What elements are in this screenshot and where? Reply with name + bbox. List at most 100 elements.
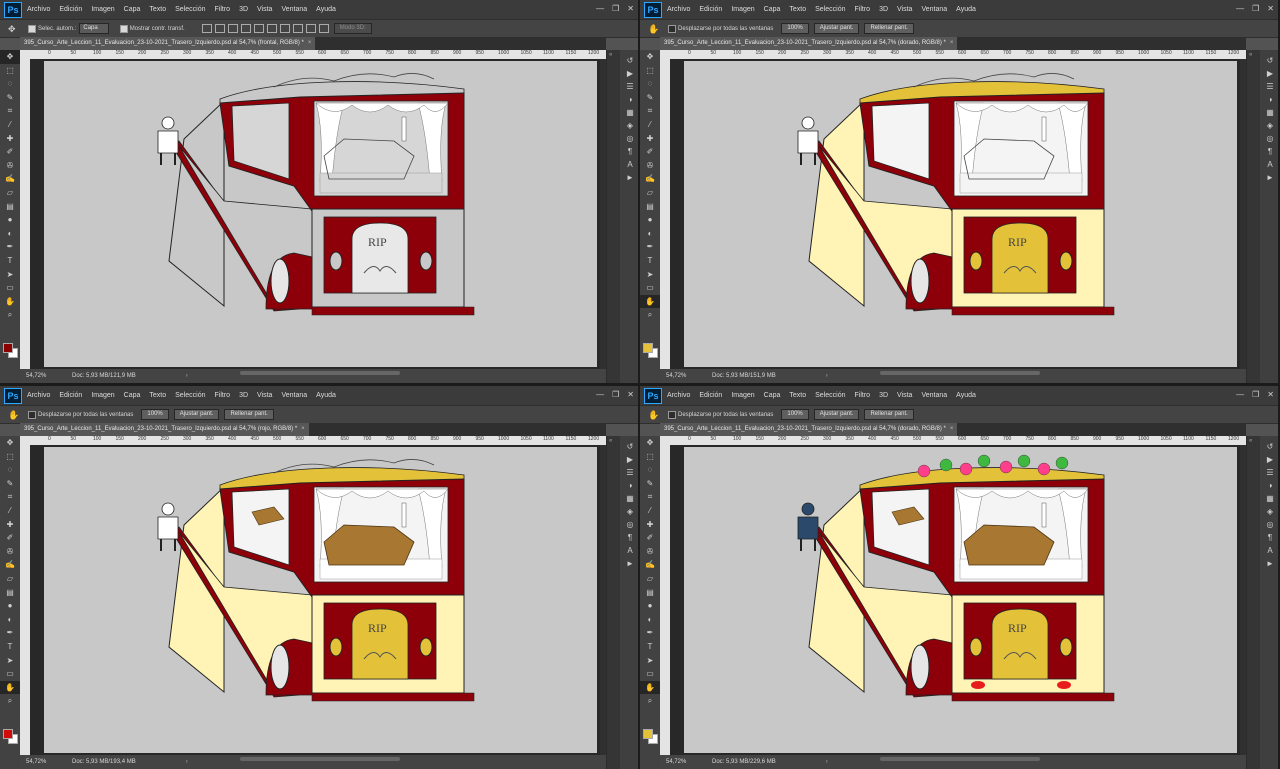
menu-texto[interactable]: Texto — [149, 392, 166, 399]
canvas-area[interactable]: RIP — [30, 59, 606, 369]
menu-selección[interactable]: Selección — [815, 392, 845, 399]
properties-icon[interactable]: ☰ — [621, 80, 638, 93]
blur-icon[interactable]: ● — [640, 213, 660, 227]
close-tab-icon[interactable]: × — [301, 426, 305, 432]
quick-select-icon[interactable]: ✎ — [0, 477, 20, 491]
channels-icon[interactable]: ◎ — [621, 518, 638, 531]
type-icon[interactable]: T — [640, 640, 660, 654]
menu-ayuda[interactable]: Ayuda — [956, 6, 976, 13]
lasso-icon[interactable]: ◌ — [0, 77, 20, 91]
gradient-icon[interactable]: ▤ — [0, 586, 20, 600]
zoom-level[interactable]: 54,72% — [26, 373, 66, 379]
menu-ayuda[interactable]: Ayuda — [316, 392, 336, 399]
actions-icon[interactable]: ▶ — [1261, 453, 1278, 466]
move-icon[interactable]: ✥ — [640, 50, 660, 64]
play-icon[interactable]: ► — [621, 171, 638, 184]
foreground-color-swatch[interactable] — [3, 729, 13, 739]
minimize-icon[interactable]: — — [596, 390, 604, 399]
brush-icon[interactable]: ✐ — [640, 531, 660, 545]
zoom-level[interactable]: 54,72% — [26, 759, 66, 765]
actions-icon[interactable]: ▶ — [621, 67, 638, 80]
character-icon[interactable]: A — [1261, 158, 1278, 171]
swatches-icon[interactable]: ▦ — [621, 492, 638, 505]
hand-icon[interactable]: ✋ — [640, 294, 660, 309]
restore-icon[interactable]: ❐ — [1252, 4, 1259, 13]
actions-icon[interactable]: ▶ — [1261, 67, 1278, 80]
menu-archivo[interactable]: Archivo — [27, 392, 50, 399]
type-icon[interactable]: T — [640, 254, 660, 268]
canvas-area[interactable]: RIP — [670, 59, 1246, 369]
crop-icon[interactable]: ⌗ — [640, 104, 660, 118]
menu-vista[interactable]: Vista — [897, 6, 912, 13]
close-tab-icon[interactable]: × — [308, 40, 312, 46]
fill-screen-button[interactable]: Rellenar pant. — [224, 409, 274, 420]
menu-edición[interactable]: Edición — [59, 6, 82, 13]
zoom-level[interactable]: 54,72% — [666, 759, 706, 765]
close-tab-icon[interactable]: × — [950, 426, 954, 432]
transform-controls-checkbox[interactable] — [119, 24, 128, 33]
menu-3d[interactable]: 3D — [879, 6, 888, 13]
align-icon[interactable] — [240, 24, 251, 33]
menu-vista[interactable]: Vista — [257, 392, 272, 399]
auto-select-dropdown[interactable]: Capa — [79, 23, 109, 34]
eraser-icon[interactable]: ▱ — [640, 186, 660, 200]
document-tab[interactable]: 395_Curso_Arte_Leccion_11_Evaluacion_23-… — [660, 423, 958, 436]
healing-icon[interactable]: ✚ — [640, 132, 660, 146]
crop-icon[interactable]: ⌗ — [640, 490, 660, 504]
eyedropper-icon[interactable]: ⁄ — [0, 504, 20, 518]
align-icon[interactable] — [253, 24, 264, 33]
hand-icon[interactable]: ✋ — [0, 295, 20, 309]
menu-filtro[interactable]: Filtro — [855, 392, 871, 399]
quick-select-icon[interactable]: ✎ — [640, 477, 660, 491]
status-menu-icon[interactable]: › — [186, 759, 188, 765]
eraser-icon[interactable]: ▱ — [640, 572, 660, 586]
zoom-icon[interactable]: ⌕ — [640, 308, 660, 322]
history-brush-icon[interactable]: ✍ — [0, 172, 20, 186]
path-select-icon[interactable]: ➤ — [0, 654, 20, 668]
menu-ventana[interactable]: Ventana — [281, 6, 307, 13]
character-icon[interactable]: A — [621, 158, 638, 171]
status-menu-icon[interactable]: › — [186, 373, 188, 379]
zoom-100-button[interactable]: 100% — [781, 409, 809, 420]
document-tab[interactable]: 395_Curso_Arte_Leccion_11_Evaluacion_23-… — [20, 423, 309, 436]
shape-icon[interactable]: ▭ — [0, 667, 20, 681]
expand-panels-icon[interactable]: « — [609, 52, 612, 58]
color-icon[interactable]: ◑ — [621, 479, 638, 492]
layers-icon[interactable]: ◈ — [621, 119, 638, 132]
marquee-icon[interactable]: ⬚ — [0, 450, 20, 464]
paragraph-icon[interactable]: ¶ — [621, 531, 638, 544]
history-brush-icon[interactable]: ✍ — [640, 172, 660, 186]
actions-icon[interactable]: ▶ — [621, 453, 638, 466]
color-icon[interactable]: ◑ — [1261, 93, 1278, 106]
eraser-icon[interactable]: ▱ — [0, 186, 20, 200]
layers-icon[interactable]: ◈ — [1261, 119, 1278, 132]
pen-icon[interactable]: ✒ — [0, 626, 20, 640]
move-icon[interactable]: ✥ — [640, 436, 660, 450]
color-icon[interactable]: ◑ — [1261, 479, 1278, 492]
document-tab[interactable]: 395_Curso_Arte_Leccion_11_Evaluacion_23-… — [20, 37, 316, 50]
menu-archivo[interactable]: Archivo — [27, 6, 50, 13]
menu-edición[interactable]: Edición — [699, 392, 722, 399]
pen-icon[interactable]: ✒ — [640, 626, 660, 640]
paragraph-icon[interactable]: ¶ — [1261, 145, 1278, 158]
menu-imagen[interactable]: Imagen — [91, 6, 114, 13]
menu-ventana[interactable]: Ventana — [281, 392, 307, 399]
artwork-canvas[interactable]: RIP — [44, 447, 597, 753]
quick-select-icon[interactable]: ✎ — [640, 91, 660, 105]
menu-capa[interactable]: Capa — [764, 6, 781, 13]
minimize-icon[interactable]: — — [1236, 4, 1244, 13]
menu-ventana[interactable]: Ventana — [921, 6, 947, 13]
fill-screen-button[interactable]: Rellenar pant. — [864, 23, 914, 34]
align-icon[interactable] — [227, 24, 238, 33]
menu-imagen[interactable]: Imagen — [91, 392, 114, 399]
character-icon[interactable]: A — [1261, 544, 1278, 557]
fit-screen-button[interactable]: Ajustar pant. — [813, 409, 860, 420]
swatches-icon[interactable]: ▦ — [1261, 492, 1278, 505]
zoom-icon[interactable]: ⌕ — [640, 694, 660, 708]
align-icon[interactable] — [279, 24, 290, 33]
auto-select-checkbox[interactable] — [28, 24, 36, 33]
pen-icon[interactable]: ✒ — [0, 240, 20, 254]
character-icon[interactable]: A — [621, 544, 638, 557]
artwork-canvas[interactable]: RIP — [44, 61, 597, 367]
horizontal-scrollbar[interactable] — [240, 371, 400, 375]
